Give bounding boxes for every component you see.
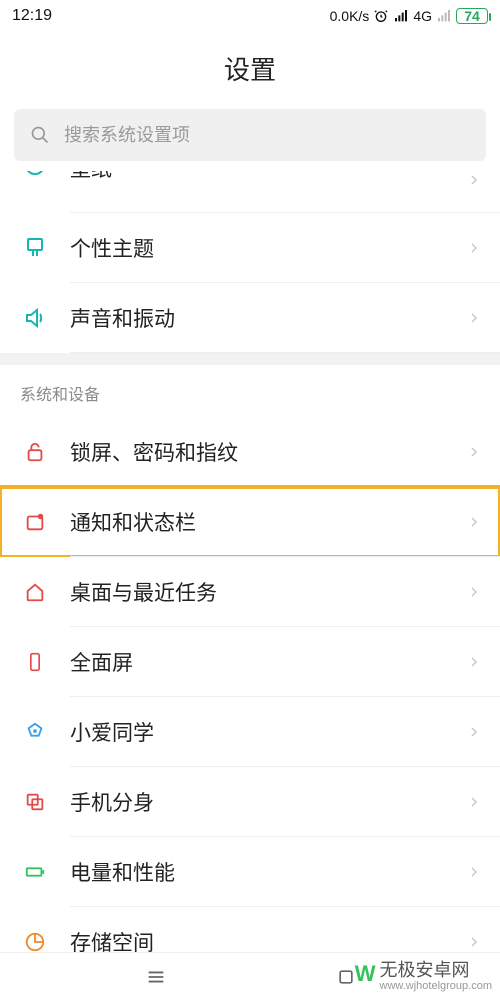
settings-row-home[interactable]: 桌面与最近任务 xyxy=(0,557,500,627)
row-label: 通知和状态栏 xyxy=(50,507,468,537)
watermark: W 无极安卓网 www.wjhotelgroup.com xyxy=(355,956,492,992)
settings-row-lock[interactable]: 锁屏、密码和指纹 xyxy=(0,417,500,487)
row-label: 个性主题 xyxy=(50,233,468,263)
chevron-right-icon xyxy=(468,793,480,811)
settings-row-clone[interactable]: 手机分身 xyxy=(0,767,500,837)
watermark-brand: 无极安卓网 xyxy=(380,960,470,980)
signal-icon-2 xyxy=(436,8,452,24)
row-label: 小爱同学 xyxy=(50,717,468,747)
net-speed: 0.0K/s xyxy=(330,8,370,24)
home-icon xyxy=(20,581,50,603)
signal-icon-1 xyxy=(393,8,409,24)
lock-icon xyxy=(20,441,50,463)
battery-icon: 74 xyxy=(456,8,488,24)
clone-icon xyxy=(20,791,50,813)
search-icon xyxy=(30,125,50,145)
settings-row-xiaoai[interactable]: 小爱同学 xyxy=(0,697,500,767)
settings-row-wallpaper[interactable]: 壁纸 xyxy=(0,171,500,213)
nav-home-button[interactable] xyxy=(336,967,356,987)
chevron-right-icon xyxy=(468,933,480,951)
status-bar: 12:19 0.0K/s 4G 74 xyxy=(0,0,500,32)
search-box[interactable] xyxy=(14,109,486,161)
row-label: 锁屏、密码和指纹 xyxy=(50,437,468,467)
chevron-right-icon xyxy=(468,653,480,671)
sound-icon xyxy=(20,306,50,330)
settings-row-sound[interactable]: 声音和振动 xyxy=(0,283,500,353)
nav-recent-button[interactable] xyxy=(145,966,167,988)
watermark-logo-icon: W xyxy=(355,961,374,987)
wallpaper-icon xyxy=(20,171,50,177)
notif-icon xyxy=(20,511,50,533)
chevron-right-icon xyxy=(468,309,480,327)
settings-row-notif[interactable]: 通知和状态栏 xyxy=(0,487,500,557)
chevron-right-icon xyxy=(468,239,480,257)
settings-row-battery[interactable]: 电量和性能 xyxy=(0,837,500,907)
settings-row-theme[interactable]: 个性主题 xyxy=(0,213,500,283)
row-label: 壁纸 xyxy=(50,171,468,183)
chevron-right-icon xyxy=(468,513,480,531)
search-input[interactable] xyxy=(64,125,470,146)
status-time: 12:19 xyxy=(12,7,52,25)
network-label: 4G xyxy=(413,8,432,24)
row-label: 电量和性能 xyxy=(50,857,468,887)
chevron-right-icon xyxy=(468,171,480,189)
row-label: 全面屏 xyxy=(50,647,468,677)
watermark-url: www.wjhotelgroup.com xyxy=(380,980,493,992)
chevron-right-icon xyxy=(468,583,480,601)
theme-icon xyxy=(20,236,50,260)
chevron-right-icon xyxy=(468,723,480,741)
row-label: 声音和振动 xyxy=(50,303,468,333)
battery-icon xyxy=(20,861,50,883)
chevron-right-icon xyxy=(468,863,480,881)
row-label: 手机分身 xyxy=(50,787,468,817)
row-label: 桌面与最近任务 xyxy=(50,577,468,607)
chevron-right-icon xyxy=(468,443,480,461)
status-right: 0.0K/s 4G 74 xyxy=(330,8,488,24)
section-header-system: 系统和设备 xyxy=(0,365,500,417)
settings-row-fullscreen[interactable]: 全面屏 xyxy=(0,627,500,697)
alarm-icon xyxy=(373,8,389,24)
fullscreen-icon xyxy=(20,650,50,674)
storage-icon xyxy=(20,931,50,953)
page-title: 设置 xyxy=(0,32,500,109)
xiaoai-icon xyxy=(20,721,50,743)
